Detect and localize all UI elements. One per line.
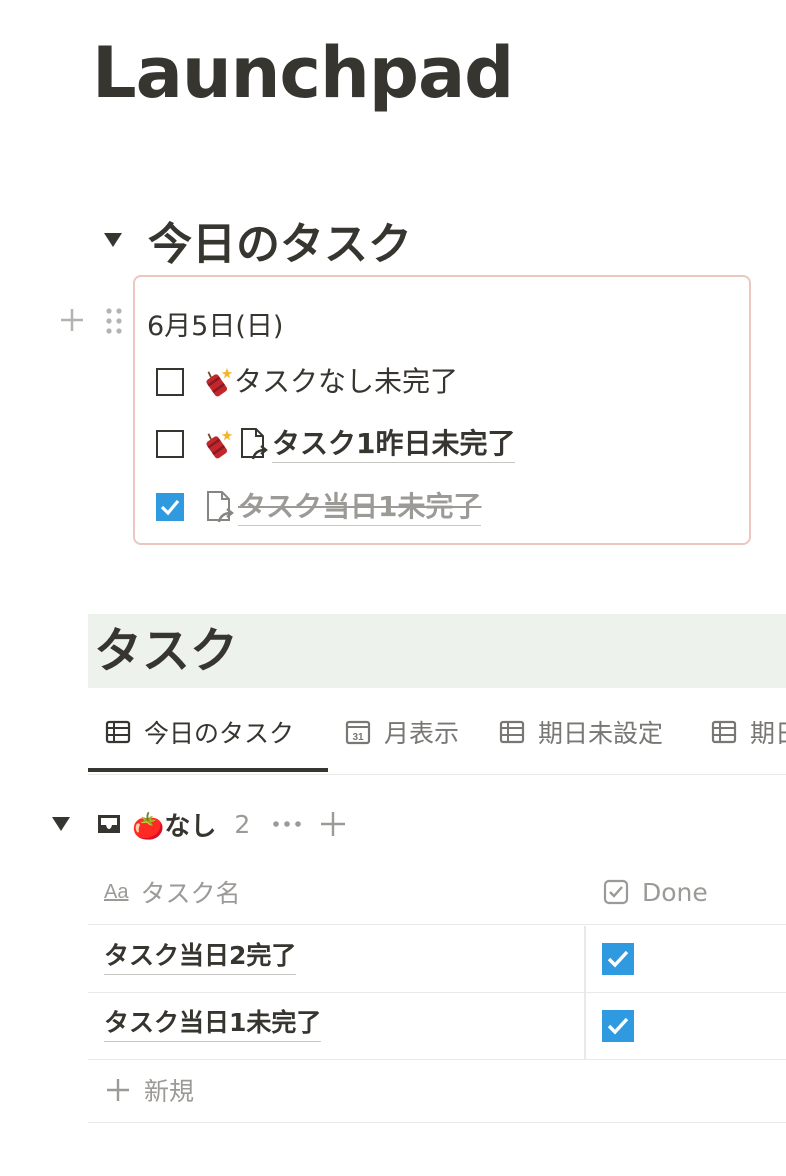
todo-page-link[interactable]: タスク1昨日未完了 [272, 426, 516, 463]
add-icon[interactable] [318, 809, 348, 839]
table-row[interactable]: タスク当日1未完了 [88, 993, 786, 1060]
new-row-button[interactable]: 新規 [88, 1060, 786, 1123]
table-icon [105, 720, 131, 744]
column-header-name[interactable]: Aa タスク名 [104, 860, 240, 924]
text-property-icon: Aa [104, 880, 129, 903]
page-link-icon [241, 428, 268, 460]
view-tabs: 今日のタスク 31 月表示 期日未設定 期日 [88, 708, 786, 775]
check-icon [602, 943, 634, 975]
column-divider [584, 926, 586, 992]
todo-item: タスク当日1未完了 [156, 487, 482, 527]
tab-no-due-date[interactable]: 期日未設定 [498, 708, 663, 756]
todo-item: タスク1昨日未完了 [156, 424, 516, 464]
toggle-triangle-icon[interactable] [104, 233, 122, 247]
page-link-icon [207, 491, 234, 523]
checkbox-property-icon [603, 879, 629, 905]
task-name-cell[interactable]: タスク当日1未完了 [104, 1005, 322, 1042]
firecracker-icon [206, 368, 233, 397]
done-checkbox[interactable] [602, 943, 634, 979]
new-row-label: 新規 [144, 1077, 195, 1106]
add-block-icon[interactable] [58, 306, 86, 334]
task-name-cell[interactable]: タスク当日2完了 [104, 938, 297, 975]
tab-due-date[interactable]: 期日 [710, 708, 786, 756]
column-header-done[interactable]: Done [602, 860, 708, 924]
check-icon [160, 499, 180, 516]
today-toggle-heading[interactable]: 今日のタスク [104, 210, 412, 270]
table-icon [499, 720, 525, 744]
firecracker-icon [206, 430, 233, 459]
group-header: 🍅なし 2 [52, 804, 348, 844]
group-count: 2 [234, 809, 251, 839]
tab-month-view[interactable]: 31 月表示 [344, 708, 459, 756]
tab-label: 期日未設定 [538, 719, 664, 748]
column-label: Done [642, 877, 708, 907]
todo-label: タスクなし未完了 [234, 365, 459, 398]
today-heading-text: 今日のタスク [148, 219, 412, 270]
drag-handle-icon[interactable] [104, 306, 124, 336]
tab-label: 今日のタスク [144, 719, 295, 748]
todo-checkbox[interactable] [156, 430, 184, 458]
page-title: Launchpad [92, 32, 514, 114]
check-icon [602, 1010, 634, 1042]
table-row[interactable]: タスク当日2完了 [88, 926, 786, 993]
tab-today-tasks[interactable]: 今日のタスク [104, 708, 294, 756]
svg-text:31: 31 [352, 732, 364, 743]
todo-checkbox[interactable] [156, 368, 184, 396]
tasks-heading-text: タスク [94, 623, 239, 679]
todo-item: タスクなし未完了 [156, 362, 458, 402]
calendar-icon: 31 [345, 720, 371, 745]
tab-label: 月表示 [384, 719, 460, 748]
todo-page-link[interactable]: タスク当日1未完了 [238, 489, 482, 526]
tab-label: 期日 [750, 719, 786, 748]
group-name: 🍅なし [132, 811, 217, 842]
date-label: 6月5日(日) [147, 311, 284, 342]
column-label: タスク名 [140, 879, 241, 908]
todo-checkbox-checked[interactable] [156, 493, 184, 521]
active-tab-indicator [88, 768, 328, 772]
group-toggle-icon[interactable] [52, 817, 70, 831]
column-divider [584, 993, 586, 1059]
table-icon [711, 720, 737, 744]
table-header: Aa タスク名 Done [88, 860, 786, 925]
inbox-icon [98, 815, 120, 833]
tasks-section-heading: タスク [88, 614, 786, 688]
plus-icon [107, 1079, 129, 1101]
more-options-icon[interactable] [270, 809, 304, 839]
done-checkbox[interactable] [602, 1010, 634, 1046]
